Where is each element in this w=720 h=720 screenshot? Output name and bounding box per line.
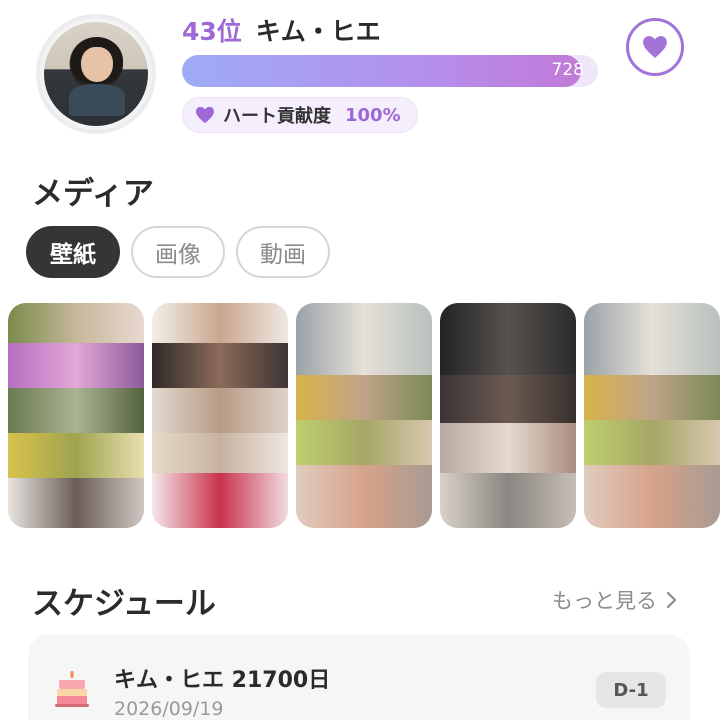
vote-count: 728: [551, 60, 584, 80]
rank-label: 43位: [182, 17, 242, 46]
heart-icon: [643, 36, 667, 58]
wallpaper-thumbnails: [8, 303, 720, 528]
wallpaper-thumbnail[interactable]: [8, 303, 144, 528]
heart-contribution-label: ハート貢献度: [223, 106, 331, 127]
cake-icon: [55, 671, 89, 707]
artist-avatar[interactable]: [36, 14, 156, 134]
tab-images[interactable]: 画像: [131, 226, 225, 278]
heart-contribution-chip: ハート貢献度 100%: [182, 97, 418, 133]
vote-progress-fill: [182, 55, 582, 87]
wallpaper-thumbnail[interactable]: [440, 303, 576, 528]
wallpaper-thumbnail[interactable]: [584, 303, 720, 528]
heart-contribution-value: 100%: [345, 104, 401, 126]
schedule-section-title: スケジュール: [32, 586, 216, 622]
like-button[interactable]: [626, 18, 684, 76]
event-title: キム・ヒエ 21700日: [114, 668, 331, 693]
tab-wallpaper[interactable]: 壁紙: [26, 226, 120, 278]
tab-videos[interactable]: 動画: [236, 226, 330, 278]
artist-name: キム・ヒエ: [255, 17, 381, 46]
wallpaper-thumbnail[interactable]: [152, 303, 288, 528]
media-tabs: 壁紙 画像 動画: [26, 226, 330, 278]
schedule-event-card[interactable]: キム・ヒエ 21700日 2026/09/19 D-1: [28, 634, 690, 720]
avatar-photo: [44, 22, 148, 126]
see-more-label: もっと見る: [552, 589, 657, 613]
event-date: 2026/09/19: [114, 698, 224, 720]
rank-line: 43位 キム・ヒエ: [182, 12, 381, 48]
media-section-title: メディア: [32, 176, 154, 212]
heart-icon: [196, 106, 214, 124]
vote-progress-bar: 728: [182, 55, 598, 87]
wallpaper-thumbnail[interactable]: [296, 303, 432, 528]
see-more-link[interactable]: もっと見る: [552, 585, 677, 615]
dday-badge: D-1: [596, 672, 666, 708]
chevron-right-icon: [666, 591, 677, 609]
